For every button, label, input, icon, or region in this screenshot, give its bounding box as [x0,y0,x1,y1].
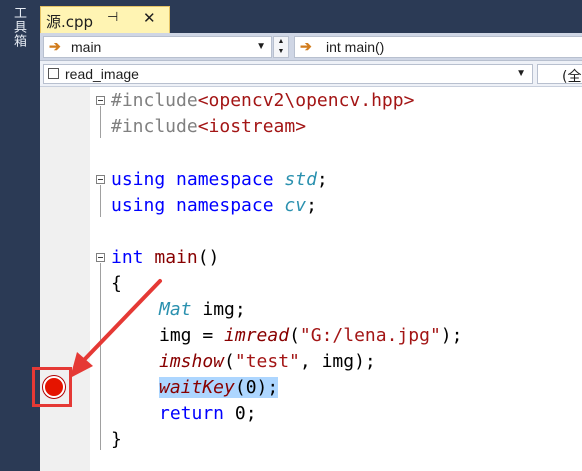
annotation-arrow [70,279,162,378]
